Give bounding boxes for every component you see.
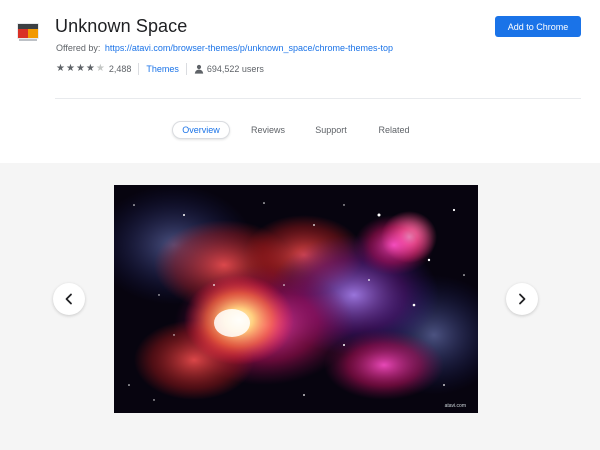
user-count: 694,522 users	[206, 64, 264, 74]
tab-related[interactable]: Related	[372, 121, 416, 139]
rating-count[interactable]: 2,488	[109, 64, 132, 74]
offered-by-label: Offered by:	[56, 43, 101, 53]
offered-by: Offered by: https://atavi.com/browser-th…	[56, 43, 393, 53]
rating-stars: ★ ★ ★ ★ ★	[56, 64, 105, 74]
tab-reviews[interactable]: Reviews	[246, 121, 290, 139]
theme-icon	[17, 23, 39, 41]
tab-support[interactable]: Support	[309, 121, 353, 139]
star-filled-icon: ★	[56, 63, 65, 74]
nebula-image: atavi.com	[114, 185, 478, 413]
chevron-right-icon	[519, 293, 526, 305]
category-link[interactable]: Themes	[146, 64, 179, 74]
star-filled-icon: ★	[85, 63, 95, 74]
header-divider	[55, 98, 581, 99]
chevron-left-icon	[65, 293, 72, 305]
gallery-next-button[interactable]	[506, 283, 538, 315]
theme-screenshot: atavi.com	[114, 185, 478, 413]
person-icon	[194, 64, 204, 74]
gallery-prev-button[interactable]	[53, 283, 85, 315]
detail-tabs: Overview Reviews Support Related	[0, 118, 600, 142]
add-to-chrome-button[interactable]: Add to Chrome	[495, 16, 581, 37]
developer-link[interactable]: https://atavi.com/browser-themes/p/unkno…	[105, 43, 393, 53]
meta-row: ★ ★ ★ ★ ★ 2,488 Themes 694,522 users	[56, 63, 264, 75]
meta-divider	[185, 63, 187, 75]
app-title: Unknown Space	[55, 16, 188, 36]
watermark-text: atavi.com	[445, 403, 466, 409]
star-filled-icon: ★	[65, 63, 75, 74]
screenshot-gallery: atavi.com	[0, 163, 600, 450]
star-empty-icon: ★	[95, 63, 105, 74]
meta-divider	[138, 63, 140, 75]
tab-overview[interactable]: Overview	[172, 121, 230, 139]
star-filled-icon: ★	[75, 63, 85, 74]
listing-header: Unknown Space Offered by: https://atavi.…	[0, 0, 600, 98]
